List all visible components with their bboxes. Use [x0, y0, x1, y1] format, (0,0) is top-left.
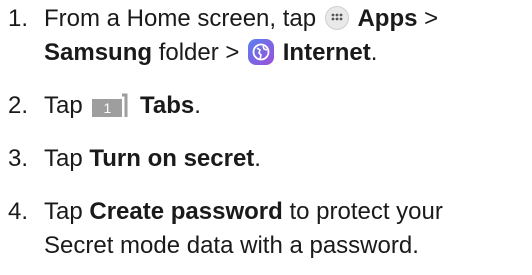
- step-text: From a Home screen, tap Apps > Samsung f…: [44, 2, 532, 70]
- internet-label: Internet: [282, 39, 371, 66]
- tabs-icon: 1: [91, 93, 129, 117]
- step-text-segment: From a Home screen, tap: [44, 5, 317, 32]
- step-text-segment: folder >: [158, 39, 240, 66]
- create-password-label: Create password: [89, 198, 283, 225]
- step-number: 4.: [8, 198, 29, 225]
- internet-browser-icon: [248, 38, 275, 65]
- step-line: Tap Create password to protect your: [44, 195, 532, 229]
- tab-count: 1: [103, 99, 112, 116]
- step-line: Tap 1 Tabs.: [44, 89, 532, 123]
- tabs-label: Tabs: [140, 92, 195, 119]
- step-number: 1.: [8, 5, 29, 32]
- step-line: Secret mode data with a password.: [44, 232, 419, 259]
- step-text-segment: .: [194, 92, 201, 119]
- step-line: From a Home screen, tap Apps >: [44, 2, 532, 36]
- apps-label: Apps: [357, 5, 418, 32]
- step-text-segment: .: [370, 39, 378, 66]
- step-text: Tap 1 Tabs.: [44, 89, 532, 123]
- step-text-segment: Tap: [44, 198, 83, 225]
- step-text-segment: Tap: [44, 92, 83, 119]
- step-text-segment: .: [254, 145, 261, 172]
- step-text: Tap Turn on secret.: [44, 142, 532, 176]
- step-line: Tap Turn on secret.: [44, 142, 532, 176]
- samsung-folder-label: Samsung: [44, 39, 153, 66]
- step-line: Samsung folder > Internet.: [44, 36, 532, 70]
- step-text-segment: Tap: [44, 145, 83, 172]
- step-text: Tap Create password to protect your Secr…: [44, 195, 532, 263]
- step-text-segment: >: [424, 5, 439, 32]
- step-text-segment: to protect your: [289, 198, 443, 225]
- apps-grid-icon: [324, 5, 349, 30]
- step-number: 3.: [8, 145, 29, 172]
- turn-on-secret-label: Turn on secret: [89, 145, 255, 172]
- step-number: 2.: [8, 92, 29, 119]
